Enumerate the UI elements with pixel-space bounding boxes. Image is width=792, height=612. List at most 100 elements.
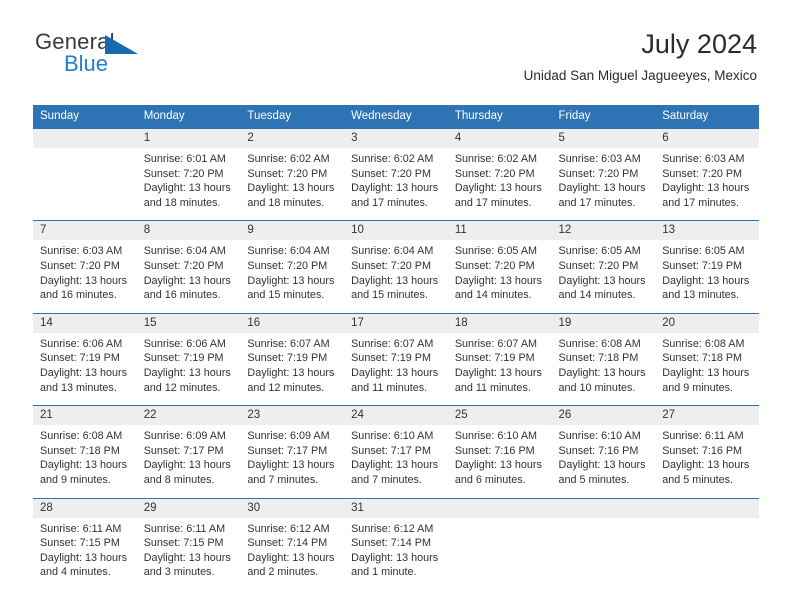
- day-cell[interactable]: Sunrise: 6:03 AM Sunset: 7:20 PM Daylight:…: [551, 148, 656, 221]
- day-number[interactable]: 21: [33, 405, 137, 426]
- day-cell[interactable]: Sunrise: 6:10 AM Sunset: 7:16 PM Daylight:…: [447, 425, 552, 498]
- day-number[interactable]: 16: [240, 312, 345, 333]
- day-sunset-text: Sunset: 7:20 PM: [351, 167, 431, 180]
- day-cell[interactable]: Sunrise: 6:06 AM Sunset: 7:19 PM Daylight:…: [136, 332, 241, 406]
- day-cell[interactable]: Sunrise: 6:10 AM Sunset: 7:17 PM Daylight:…: [344, 425, 448, 498]
- day-cell[interactable]: Sunrise: 6:05 AM Sunset: 7:20 PM Daylight:…: [447, 240, 552, 314]
- day-number[interactable]: 11: [447, 220, 552, 241]
- day-number[interactable]: 15: [136, 312, 241, 333]
- day-number[interactable]: 7: [33, 220, 137, 241]
- day-sunrise-text: Sunrise: 6:07 AM: [247, 337, 330, 350]
- day-number[interactable]: 24: [344, 405, 448, 426]
- general-blue-logo[interactable]: General Blue: [35, 30, 235, 78]
- day-sunrise-text: Sunrise: 6:03 AM: [662, 153, 745, 165]
- day-daylight-2-text: and 18 minutes.: [247, 196, 325, 209]
- day-cell[interactable]: Sunrise: 6:03 AM Sunset: 7:20 PM Daylight:…: [33, 240, 137, 314]
- day-cell[interactable]: Sunrise: 6:02 AM Sunset: 7:20 PM Daylight:…: [240, 148, 345, 221]
- day-cell[interactable]: Sunrise: 6:08 AM Sunset: 7:18 PM Daylight:…: [551, 332, 656, 406]
- day-number[interactable]: 31: [344, 497, 448, 518]
- day-cell[interactable]: Sunrise: 6:06 AM Sunset: 7:19 PM Daylight:…: [33, 332, 137, 406]
- day-sunrise-text: Sunrise: 6:08 AM: [662, 337, 745, 350]
- day-sunrise-text: Sunrise: 6:02 AM: [247, 153, 330, 165]
- day-cell[interactable]: Sunrise: 6:01 AM Sunset: 7:20 PM Daylight:…: [136, 148, 241, 221]
- day-cell[interactable]: Sunrise: 6:05 AM Sunset: 7:19 PM Daylight:…: [655, 240, 759, 314]
- day-cell[interactable]: Sunrise: 6:12 AM Sunset: 7:14 PM Daylight:…: [240, 517, 345, 590]
- day-cell-empty: [551, 517, 656, 590]
- day-daylight-2-text: and 18 minutes.: [143, 196, 221, 209]
- day-cell[interactable]: Sunrise: 6:09 AM Sunset: 7:17 PM Daylight:…: [240, 425, 345, 498]
- day-cell[interactable]: Sunrise: 6:04 AM Sunset: 7:20 PM Daylight:…: [136, 240, 241, 314]
- day-number[interactable]: 30: [240, 497, 345, 518]
- day-cell[interactable]: Sunrise: 6:07 AM Sunset: 7:19 PM Daylight:…: [447, 332, 552, 406]
- calendar: Sunday Monday Tuesday Wednesday Thursday…: [33, 105, 759, 590]
- day-cell[interactable]: Sunrise: 6:02 AM Sunset: 7:20 PM Daylight:…: [447, 148, 552, 221]
- day-cell[interactable]: Sunrise: 6:11 AM Sunset: 7:15 PM Daylight:…: [33, 517, 137, 590]
- day-sunrise-text: Sunrise: 6:11 AM: [40, 522, 122, 535]
- day-cell[interactable]: Sunrise: 6:07 AM Sunset: 7:19 PM Daylight:…: [240, 332, 345, 406]
- day-cell[interactable]: Sunrise: 6:10 AM Sunset: 7:16 PM Daylight:…: [551, 425, 656, 498]
- day-number[interactable]: 17: [344, 312, 448, 333]
- day-number[interactable]: 27: [655, 405, 759, 426]
- day-number[interactable]: 9: [240, 220, 345, 241]
- day-sunrise-text: Sunrise: 6:05 AM: [558, 245, 641, 258]
- day-number[interactable]: 22: [136, 405, 241, 426]
- day-number[interactable]: 2: [240, 128, 345, 148]
- day-number[interactable]: 13: [655, 220, 759, 241]
- day-daylight-1-text: Daylight: 13 hours: [662, 274, 750, 287]
- day-sunset-text: Sunset: 7:16 PM: [558, 444, 639, 457]
- day-sunrise-text: Sunrise: 6:12 AM: [351, 522, 434, 535]
- day-sunrise-text: Sunrise: 6:06 AM: [143, 337, 226, 350]
- day-number[interactable]: 28: [33, 497, 137, 518]
- day-sunset-text: Sunset: 7:19 PM: [247, 352, 328, 365]
- day-number[interactable]: 12: [551, 220, 656, 241]
- day-number[interactable]: 26: [551, 405, 656, 426]
- day-cell[interactable]: Sunrise: 6:05 AM Sunset: 7:20 PM Daylight:…: [551, 240, 656, 314]
- day-daylight-2-text: and 12 minutes.: [247, 381, 325, 394]
- day-cell[interactable]: Sunrise: 6:08 AM Sunset: 7:18 PM Daylight:…: [33, 425, 137, 498]
- day-number[interactable]: 1: [136, 128, 241, 148]
- day-sunrise-text: Sunrise: 6:10 AM: [454, 430, 538, 443]
- day-cell[interactable]: Sunrise: 6:04 AM Sunset: 7:20 PM Daylight:…: [240, 240, 345, 314]
- day-daylight-2-text: and 17 minutes.: [454, 196, 532, 209]
- day-number[interactable]: 4: [447, 128, 552, 148]
- day-number[interactable]: 23: [240, 405, 345, 426]
- day-sunset-text: Sunset: 7:18 PM: [558, 352, 639, 365]
- day-daylight-1-text: Daylight: 13 hours: [351, 551, 439, 564]
- day-cell[interactable]: Sunrise: 6:11 AM Sunset: 7:16 PM Daylight:…: [655, 425, 759, 498]
- day-daylight-1-text: Daylight: 13 hours: [662, 182, 750, 195]
- weekday-header-friday: Friday: [551, 105, 656, 129]
- day-sunset-text: Sunset: 7:19 PM: [351, 352, 431, 365]
- page-subtitle: Unidad San Miguel Jagueeyes, Mexico: [523, 68, 757, 83]
- day-daylight-2-text: and 17 minutes.: [662, 196, 740, 209]
- day-cell[interactable]: Sunrise: 6:07 AM Sunset: 7:19 PM Daylight:…: [344, 332, 448, 406]
- day-daylight-1-text: Daylight: 13 hours: [247, 366, 335, 379]
- day-number[interactable]: 3: [344, 128, 448, 148]
- day-daylight-1-text: Daylight: 13 hours: [40, 366, 128, 379]
- day-number[interactable]: 8: [136, 220, 241, 241]
- day-cell[interactable]: Sunrise: 6:03 AM Sunset: 7:20 PM Daylight:…: [655, 148, 759, 221]
- day-sunset-text: Sunset: 7:16 PM: [454, 444, 535, 457]
- day-number[interactable]: 25: [447, 405, 552, 426]
- day-number[interactable]: 18: [447, 312, 552, 333]
- day-daylight-2-text: and 13 minutes.: [40, 381, 117, 394]
- day-number[interactable]: 14: [33, 312, 137, 333]
- day-cell[interactable]: Sunrise: 6:12 AM Sunset: 7:14 PM Daylight:…: [344, 517, 448, 590]
- weekday-header-thursday: Thursday: [447, 105, 552, 129]
- day-sunrise-text: Sunrise: 6:03 AM: [558, 153, 641, 165]
- title-block: July 2024 Unidad San Miguel Jagueeyes, M…: [524, 28, 757, 85]
- day-number[interactable]: 6: [655, 128, 759, 148]
- day-sunset-text: Sunset: 7:15 PM: [40, 537, 120, 550]
- day-number[interactable]: 10: [344, 220, 448, 241]
- day-number[interactable]: 29: [136, 497, 241, 518]
- day-number[interactable]: 20: [655, 312, 759, 333]
- day-cell[interactable]: Sunrise: 6:02 AM Sunset: 7:20 PM Daylight:…: [344, 148, 448, 221]
- day-cell[interactable]: Sunrise: 6:11 AM Sunset: 7:15 PM Daylight:…: [136, 517, 241, 590]
- day-cell[interactable]: Sunrise: 6:04 AM Sunset: 7:20 PM Daylight:…: [344, 240, 448, 314]
- weekday-header-wednesday: Wednesday: [344, 105, 448, 129]
- day-number[interactable]: 19: [551, 312, 656, 333]
- day-daylight-2-text: and 10 minutes.: [558, 381, 636, 394]
- day-cell[interactable]: Sunrise: 6:08 AM Sunset: 7:18 PM Daylight:…: [655, 332, 759, 406]
- day-number[interactable]: 5: [551, 128, 656, 148]
- flag-triangle-icon: [105, 35, 138, 54]
- day-cell[interactable]: Sunrise: 6:09 AM Sunset: 7:17 PM Daylight:…: [136, 425, 241, 498]
